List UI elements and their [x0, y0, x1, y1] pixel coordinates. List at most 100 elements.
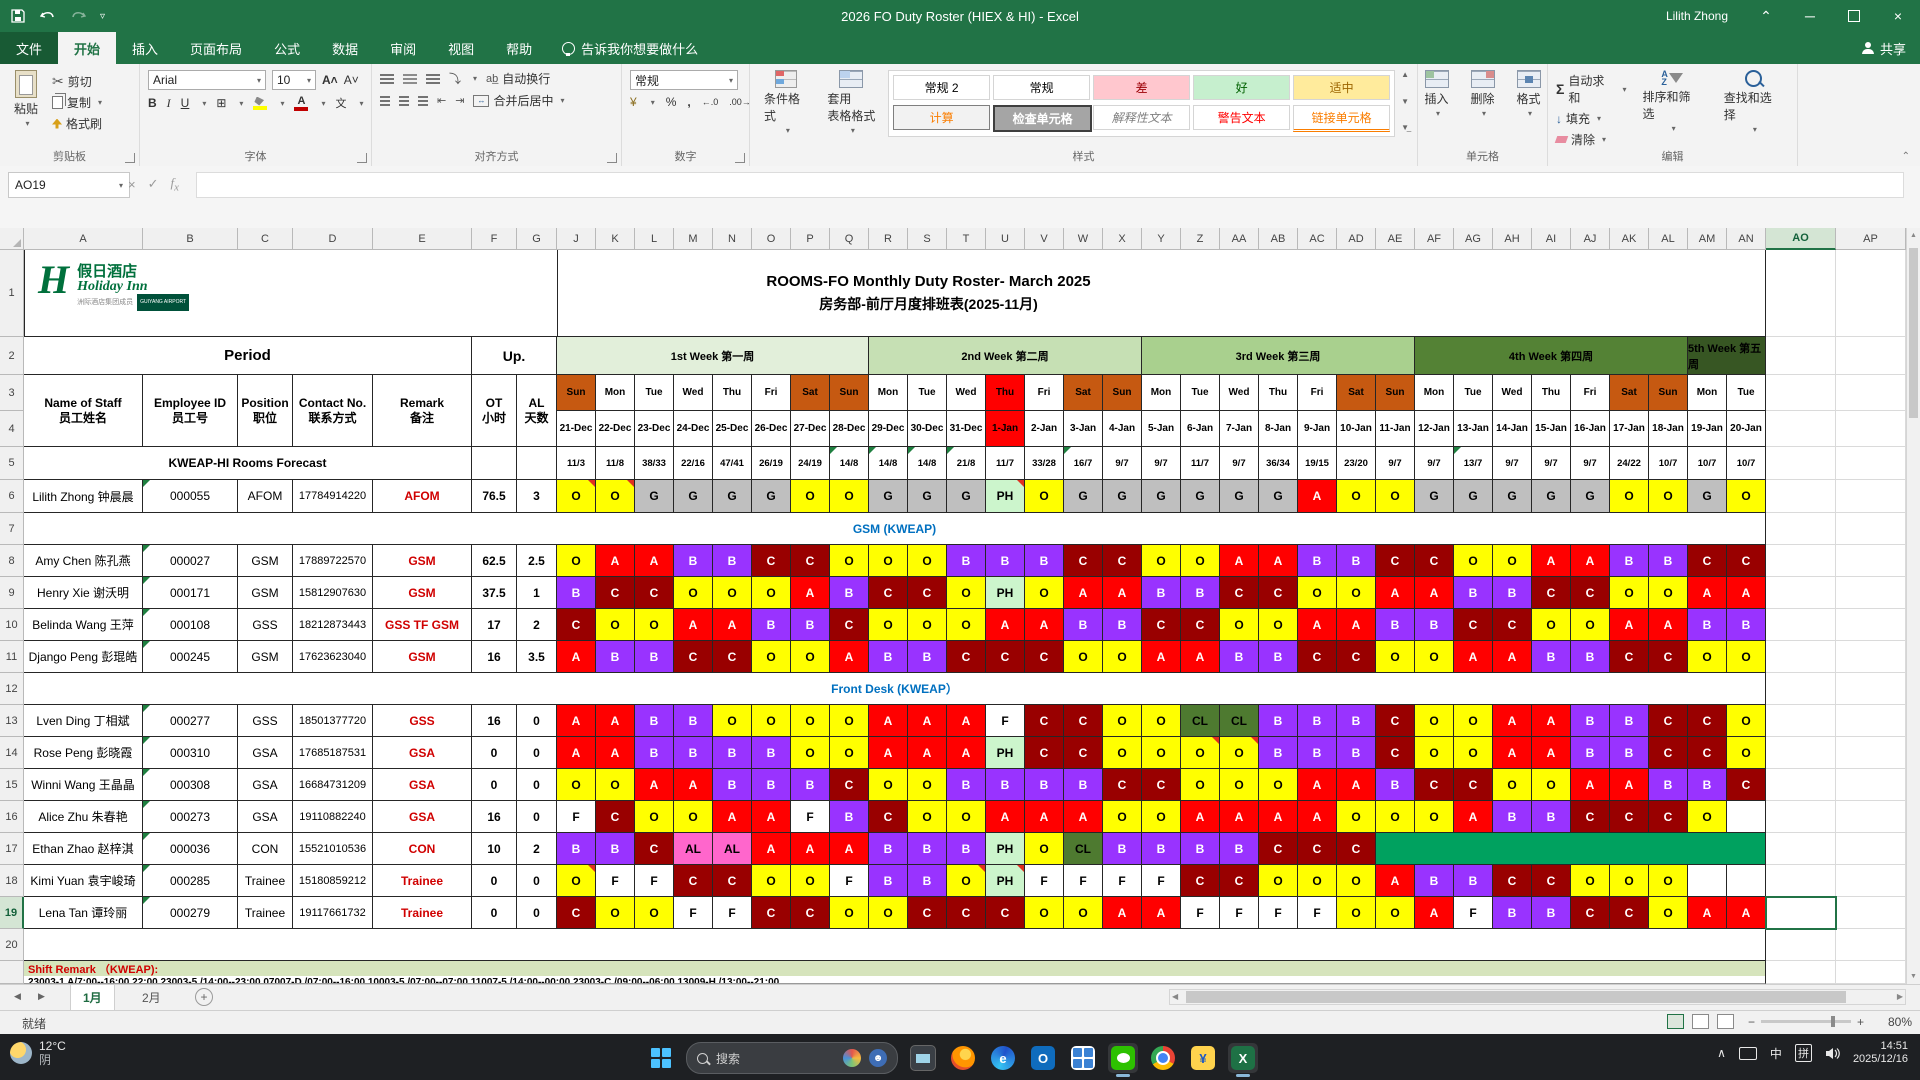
column-header-AO[interactable]: AO: [1766, 228, 1836, 250]
ghost-cell[interactable]: [1766, 641, 1836, 673]
decrease-decimal-button[interactable]: .00→: [729, 97, 751, 107]
duty-cell[interactable]: PH: [986, 577, 1025, 609]
forecast-cell[interactable]: 21/8: [947, 447, 986, 480]
duty-cell[interactable]: O: [635, 897, 674, 929]
duty-cell[interactable]: O: [1610, 865, 1649, 897]
duty-cell[interactable]: O: [1376, 480, 1415, 513]
staff-name-cell[interactable]: Belinda Wang 王萍: [24, 609, 143, 641]
duty-cell[interactable]: G: [1103, 480, 1142, 513]
staff-position-cell[interactable]: GSS: [238, 705, 293, 737]
styles-scroll-down[interactable]: ▼: [1401, 97, 1409, 106]
duty-cell[interactable]: O: [791, 705, 830, 737]
forecast-cell[interactable]: 14/8: [908, 447, 947, 480]
duty-cell[interactable]: B: [674, 705, 713, 737]
ghost-cell[interactable]: [1836, 250, 1906, 337]
forecast-cell[interactable]: 38/33: [635, 447, 674, 480]
align-left-button[interactable]: [380, 96, 390, 106]
staff-al-cell[interactable]: 3.5: [517, 641, 557, 673]
duty-cell[interactable]: B: [1493, 801, 1532, 833]
duty-cell[interactable]: O: [674, 577, 713, 609]
ghost-cell[interactable]: [1836, 961, 1906, 984]
date-cell[interactable]: 17-Jan: [1610, 411, 1649, 447]
duty-cell[interactable]: B: [830, 801, 869, 833]
staff-ot-cell[interactable]: 17: [472, 609, 517, 641]
duty-cell[interactable]: A: [1376, 865, 1415, 897]
ghost-cell[interactable]: [1766, 375, 1836, 411]
duty-cell[interactable]: A: [635, 545, 674, 577]
duty-cell[interactable]: [1727, 801, 1766, 833]
duty-cell[interactable]: F: [1298, 897, 1337, 929]
duty-cell[interactable]: B: [752, 609, 791, 641]
phonetic-guide-button[interactable]: 文: [335, 95, 346, 111]
align-right-button[interactable]: [418, 96, 428, 106]
paste-button[interactable]: 粘贴▾: [8, 70, 44, 132]
forecast-cell[interactable]: 9/7: [1493, 447, 1532, 480]
duty-cell[interactable]: CL: [1181, 705, 1220, 737]
duty-cell[interactable]: C: [1532, 865, 1571, 897]
duty-cell[interactable]: C: [908, 897, 947, 929]
forecast-cell[interactable]: 9/7: [1103, 447, 1142, 480]
forecast-cell[interactable]: 10/7: [1727, 447, 1766, 480]
collapse-ribbon-button[interactable]: ⌃: [1902, 151, 1910, 162]
tray-chevron-icon[interactable]: ∧: [1717, 1046, 1726, 1060]
duty-cell[interactable]: O: [1571, 865, 1610, 897]
date-cell[interactable]: 9-Jan: [1298, 411, 1337, 447]
duty-cell[interactable]: C: [1259, 833, 1298, 865]
start-button[interactable]: [646, 1043, 676, 1073]
duty-cell[interactable]: O: [1103, 705, 1142, 737]
table-header-remark[interactable]: Remark备注: [373, 375, 472, 447]
style-check-cell[interactable]: 检查单元格: [993, 105, 1092, 132]
ghost-cell[interactable]: [1766, 411, 1836, 447]
duty-cell[interactable]: O: [596, 609, 635, 641]
staff-al-cell[interactable]: 0: [517, 897, 557, 929]
staff-al-cell[interactable]: 0: [517, 769, 557, 801]
row-header-14[interactable]: 14: [0, 737, 24, 769]
staff-id-cell[interactable]: 000308: [143, 769, 238, 801]
staff-position-cell[interactable]: GSA: [238, 801, 293, 833]
duty-cell[interactable]: F: [1454, 897, 1493, 929]
staff-al-cell[interactable]: 0: [517, 801, 557, 833]
duty-cell[interactable]: O: [752, 641, 791, 673]
duty-cell[interactable]: C: [557, 609, 596, 641]
day-name-cell[interactable]: Mon: [596, 375, 635, 411]
duty-cell[interactable]: O: [1025, 897, 1064, 929]
duty-cell[interactable]: B: [635, 705, 674, 737]
duty-cell[interactable]: B: [1571, 705, 1610, 737]
percent-style-button[interactable]: %: [666, 95, 677, 109]
forecast-cell[interactable]: 11/7: [1181, 447, 1220, 480]
staff-contact-cell[interactable]: 17784914220: [293, 480, 373, 513]
duty-cell[interactable]: A: [1181, 801, 1220, 833]
duty-cell[interactable]: B: [1220, 833, 1259, 865]
duty-cell[interactable]: O: [1064, 897, 1103, 929]
duty-cell[interactable]: C: [1337, 641, 1376, 673]
style-linked-cell[interactable]: 链接单元格: [1293, 105, 1390, 132]
duty-cell[interactable]: A: [557, 705, 596, 737]
duty-cell[interactable]: B: [1493, 897, 1532, 929]
duty-cell[interactable]: B: [1298, 705, 1337, 737]
duty-cell[interactable]: O: [1337, 480, 1376, 513]
duty-cell[interactable]: A: [674, 769, 713, 801]
duty-cell[interactable]: C: [1181, 609, 1220, 641]
tab-help[interactable]: 帮助: [490, 32, 548, 64]
table-header-employee-id[interactable]: Employee ID员工号: [143, 375, 238, 447]
duty-cell[interactable]: B: [1220, 641, 1259, 673]
duty-cell[interactable]: G: [1142, 480, 1181, 513]
ghost-cell[interactable]: [1766, 609, 1836, 641]
duty-cell[interactable]: A: [1688, 577, 1727, 609]
align-bottom-button[interactable]: [426, 74, 440, 84]
duty-cell[interactable]: O: [1493, 769, 1532, 801]
date-cell[interactable]: 16-Jan: [1571, 411, 1610, 447]
duty-cell[interactable]: O: [674, 801, 713, 833]
ghost-cell[interactable]: [1766, 769, 1836, 801]
duty-cell[interactable]: F: [674, 897, 713, 929]
column-header-A[interactable]: A: [24, 228, 143, 250]
column-header-AK[interactable]: AK: [1610, 228, 1649, 250]
duty-cell[interactable]: A: [1142, 897, 1181, 929]
column-header-AA[interactable]: AA: [1220, 228, 1259, 250]
duty-cell[interactable]: C: [1610, 641, 1649, 673]
staff-contact-cell[interactable]: 19110882240: [293, 801, 373, 833]
staff-al-cell[interactable]: 3: [517, 480, 557, 513]
duty-cell[interactable]: C: [1649, 705, 1688, 737]
forecast-cell[interactable]: 13/7: [1454, 447, 1493, 480]
duty-cell[interactable]: O: [869, 769, 908, 801]
